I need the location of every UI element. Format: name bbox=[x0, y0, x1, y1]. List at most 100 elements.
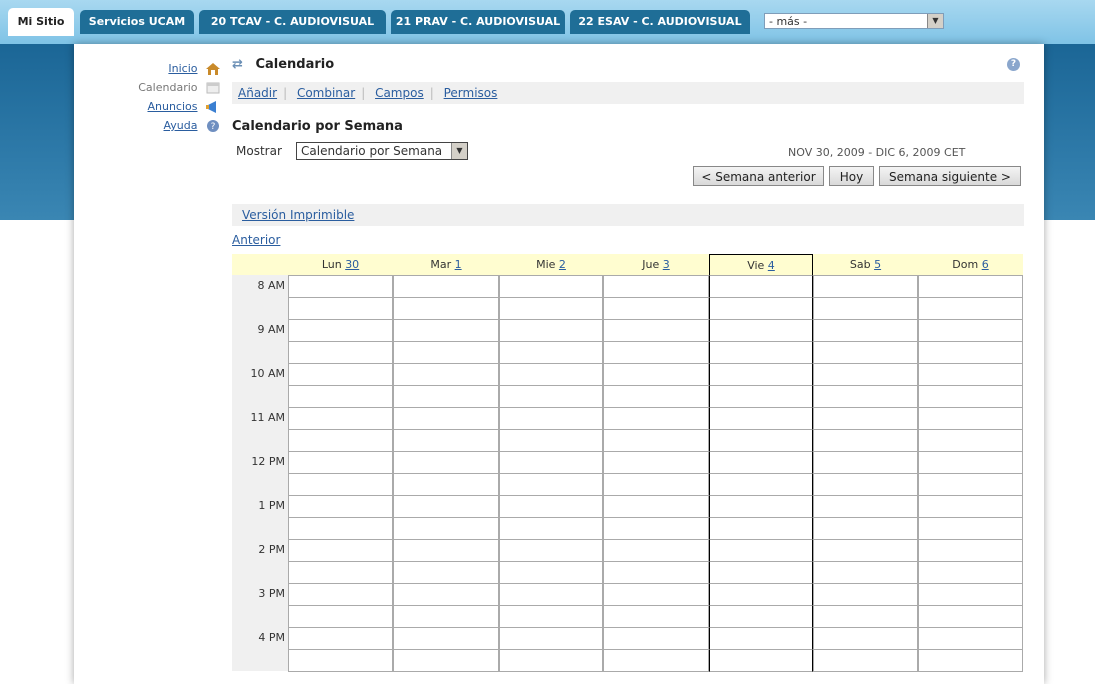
time-slot-cell[interactable] bbox=[499, 605, 603, 628]
time-slot-cell[interactable] bbox=[813, 451, 918, 474]
time-slot-cell[interactable] bbox=[709, 473, 813, 496]
time-slot-cell[interactable] bbox=[918, 363, 1023, 386]
time-slot-cell[interactable] bbox=[603, 451, 709, 474]
time-slot-cell[interactable] bbox=[918, 517, 1023, 540]
time-slot-cell[interactable] bbox=[288, 319, 393, 342]
time-slot-cell[interactable] bbox=[393, 429, 499, 452]
view-select[interactable]: Calendario por Semana ▼ bbox=[296, 142, 468, 160]
action-fields[interactable]: Campos bbox=[375, 86, 424, 100]
time-slot-cell[interactable] bbox=[288, 561, 393, 584]
time-slot-cell[interactable] bbox=[288, 385, 393, 408]
time-slot-cell[interactable] bbox=[603, 583, 709, 606]
time-slot-cell[interactable] bbox=[499, 385, 603, 408]
time-slot-cell[interactable] bbox=[499, 627, 603, 650]
time-slot-cell[interactable] bbox=[393, 385, 499, 408]
time-slot-cell[interactable] bbox=[813, 649, 918, 672]
time-slot-cell[interactable] bbox=[918, 627, 1023, 650]
time-slot-cell[interactable] bbox=[499, 407, 603, 430]
time-slot-cell[interactable] bbox=[603, 539, 709, 562]
action-permissions[interactable]: Permisos bbox=[444, 86, 498, 100]
time-slot-cell[interactable] bbox=[918, 605, 1023, 628]
time-slot-cell[interactable] bbox=[603, 407, 709, 430]
time-slot-cell[interactable] bbox=[393, 319, 499, 342]
time-slot-cell[interactable] bbox=[813, 275, 918, 298]
time-slot-cell[interactable] bbox=[499, 297, 603, 320]
today-button[interactable]: Hoy bbox=[829, 166, 874, 186]
time-slot-cell[interactable] bbox=[499, 451, 603, 474]
time-slot-cell[interactable] bbox=[393, 627, 499, 650]
time-slot-cell[interactable] bbox=[603, 385, 709, 408]
time-slot-cell[interactable] bbox=[499, 495, 603, 518]
time-slot-cell[interactable] bbox=[813, 627, 918, 650]
time-slot-cell[interactable] bbox=[288, 429, 393, 452]
prev-week-button[interactable]: < Semana anterior bbox=[693, 166, 824, 186]
day-number-link[interactable]: 6 bbox=[982, 258, 989, 271]
time-slot-cell[interactable] bbox=[603, 605, 709, 628]
time-slot-cell[interactable] bbox=[603, 495, 709, 518]
day-number-link[interactable]: 2 bbox=[559, 258, 566, 271]
tab-mi-sitio[interactable]: Mi Sitio bbox=[8, 8, 74, 36]
time-slot-cell[interactable] bbox=[288, 583, 393, 606]
time-slot-cell[interactable] bbox=[288, 517, 393, 540]
time-slot-cell[interactable] bbox=[709, 319, 813, 342]
day-number-link[interactable]: 30 bbox=[345, 258, 359, 271]
time-slot-cell[interactable] bbox=[288, 539, 393, 562]
time-slot-cell[interactable] bbox=[709, 363, 813, 386]
time-slot-cell[interactable] bbox=[288, 649, 393, 672]
time-slot-cell[interactable] bbox=[393, 539, 499, 562]
tab-prav[interactable]: 21 PRAV - C. AUDIOVISUAL bbox=[391, 10, 565, 34]
tab-esav[interactable]: 22 ESAV - C. AUDIOVISUAL bbox=[570, 10, 750, 34]
time-slot-cell[interactable] bbox=[813, 605, 918, 628]
time-slot-cell[interactable] bbox=[499, 583, 603, 606]
previous-link[interactable]: Anterior bbox=[232, 233, 280, 247]
time-slot-cell[interactable] bbox=[918, 385, 1023, 408]
time-slot-cell[interactable] bbox=[603, 627, 709, 650]
time-slot-cell[interactable] bbox=[918, 495, 1023, 518]
time-slot-cell[interactable] bbox=[393, 297, 499, 320]
time-slot-cell[interactable] bbox=[288, 407, 393, 430]
help-icon[interactable]: ? bbox=[1007, 58, 1020, 71]
time-slot-cell[interactable] bbox=[918, 649, 1023, 672]
time-slot-cell[interactable] bbox=[709, 583, 813, 606]
time-slot-cell[interactable] bbox=[393, 561, 499, 584]
time-slot-cell[interactable] bbox=[918, 561, 1023, 584]
time-slot-cell[interactable] bbox=[393, 583, 499, 606]
time-slot-cell[interactable] bbox=[918, 429, 1023, 452]
time-slot-cell[interactable] bbox=[393, 275, 499, 298]
time-slot-cell[interactable] bbox=[918, 583, 1023, 606]
time-slot-cell[interactable] bbox=[393, 363, 499, 386]
time-slot-cell[interactable] bbox=[813, 297, 918, 320]
time-slot-cell[interactable] bbox=[709, 275, 813, 298]
day-number-link[interactable]: 3 bbox=[663, 258, 670, 271]
time-slot-cell[interactable] bbox=[603, 517, 709, 540]
time-slot-cell[interactable] bbox=[603, 473, 709, 496]
time-slot-cell[interactable] bbox=[288, 275, 393, 298]
day-number-link[interactable]: 1 bbox=[455, 258, 462, 271]
time-slot-cell[interactable] bbox=[813, 539, 918, 562]
time-slot-cell[interactable] bbox=[288, 605, 393, 628]
time-slot-cell[interactable] bbox=[813, 363, 918, 386]
time-slot-cell[interactable] bbox=[813, 583, 918, 606]
time-slot-cell[interactable] bbox=[813, 561, 918, 584]
time-slot-cell[interactable] bbox=[499, 363, 603, 386]
time-slot-cell[interactable] bbox=[918, 539, 1023, 562]
time-slot-cell[interactable] bbox=[393, 605, 499, 628]
time-slot-cell[interactable] bbox=[603, 297, 709, 320]
time-slot-cell[interactable] bbox=[393, 517, 499, 540]
time-slot-cell[interactable] bbox=[709, 297, 813, 320]
time-slot-cell[interactable] bbox=[499, 539, 603, 562]
time-slot-cell[interactable] bbox=[288, 363, 393, 386]
time-slot-cell[interactable] bbox=[813, 495, 918, 518]
time-slot-cell[interactable] bbox=[393, 341, 499, 364]
more-sites-select[interactable]: - más - ▼ bbox=[764, 13, 944, 29]
time-slot-cell[interactable] bbox=[918, 319, 1023, 342]
time-slot-cell[interactable] bbox=[499, 517, 603, 540]
time-slot-cell[interactable] bbox=[709, 605, 813, 628]
time-slot-cell[interactable] bbox=[709, 539, 813, 562]
time-slot-cell[interactable] bbox=[603, 561, 709, 584]
time-slot-cell[interactable] bbox=[709, 451, 813, 474]
time-slot-cell[interactable] bbox=[813, 341, 918, 364]
day-number-link[interactable]: 4 bbox=[768, 259, 775, 272]
time-slot-cell[interactable] bbox=[603, 319, 709, 342]
time-slot-cell[interactable] bbox=[709, 627, 813, 650]
